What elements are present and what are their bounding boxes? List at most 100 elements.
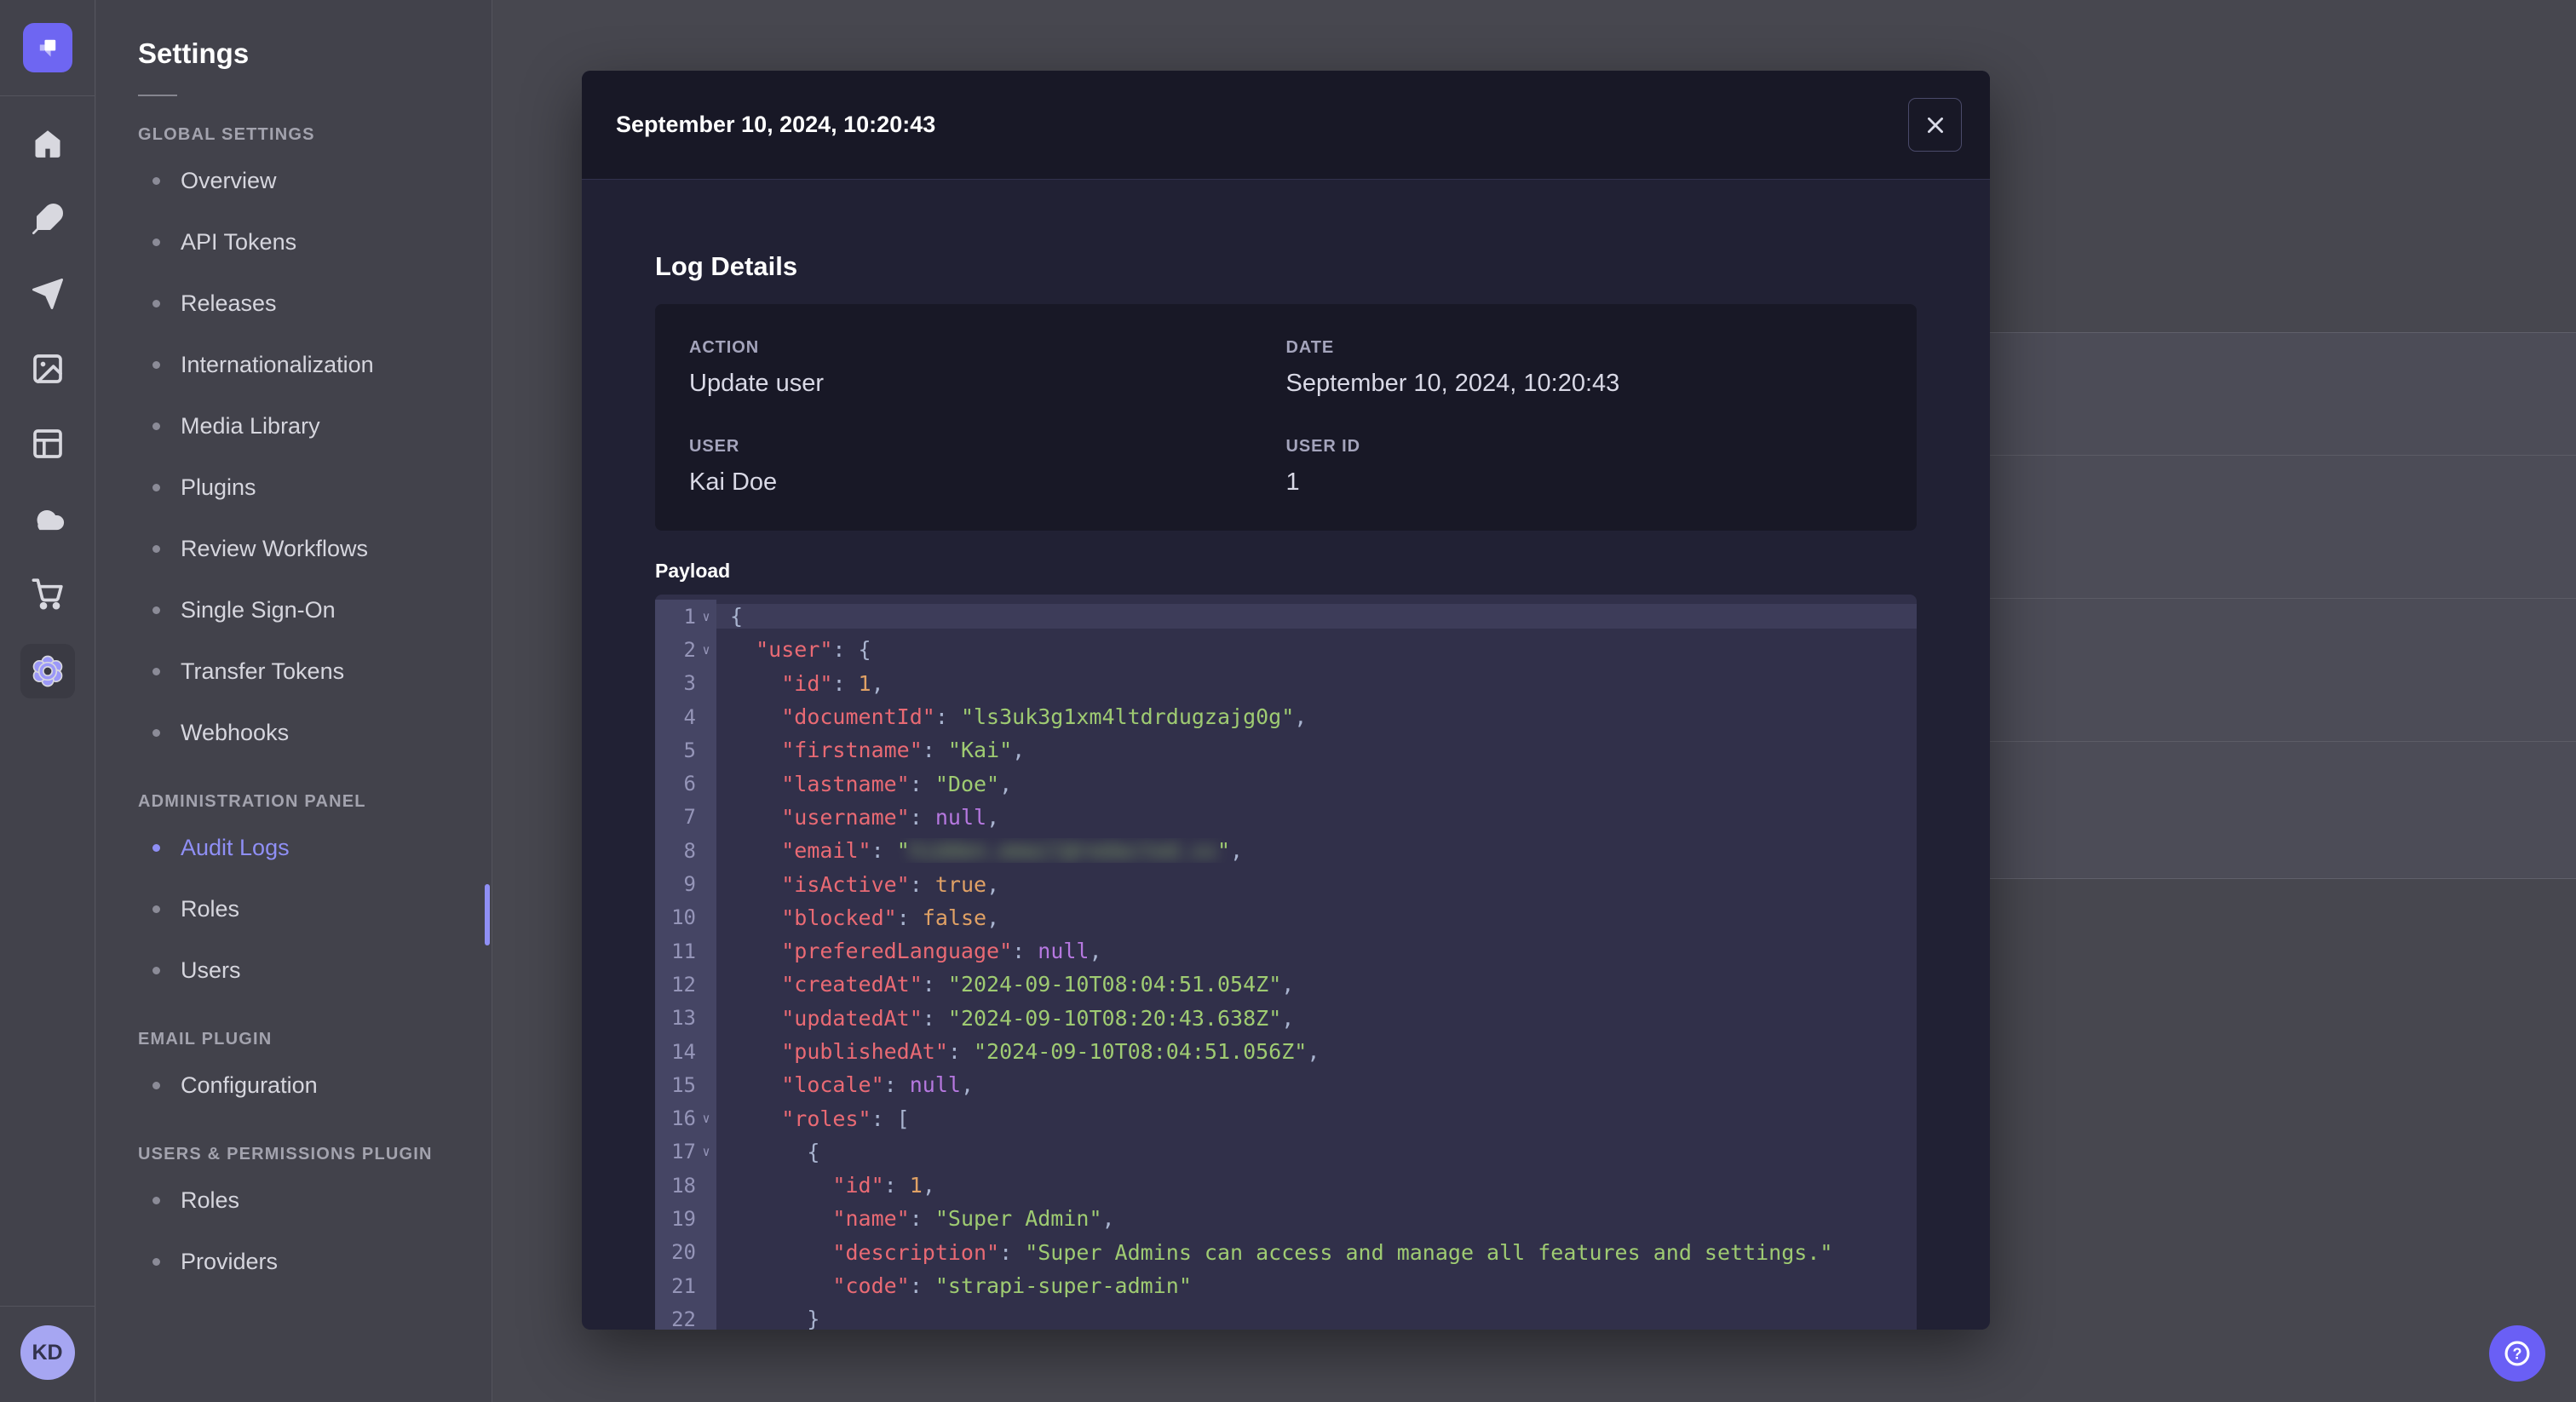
code-line-2: 2 ∨ "user": {	[655, 633, 1917, 667]
modal-header: September 10, 2024, 10:20:43	[582, 71, 1990, 180]
bullet-icon	[152, 1081, 160, 1089]
fold-chevron-icon[interactable]: ∨	[696, 1144, 716, 1159]
settings-nav-item-configuration[interactable]: Configuration	[138, 1054, 492, 1116]
code-text: "locale": null,	[781, 1072, 975, 1098]
code-text: "firstname": "Kai",	[781, 738, 1026, 763]
settings-nav-item-single-sign-on[interactable]: Single Sign-On	[138, 579, 492, 641]
nav-item-label: Roles	[181, 895, 240, 922]
sidebar-item-home[interactable]	[20, 117, 75, 171]
bullet-icon	[152, 544, 160, 553]
sidebar-item-content-type-builder[interactable]	[20, 417, 75, 471]
line-number: 7	[683, 805, 696, 830]
settings-nav-item-releases[interactable]: Releases	[138, 273, 492, 334]
settings-nav-item-webhooks[interactable]: Webhooks	[138, 702, 492, 763]
help-button[interactable]: ?	[2489, 1325, 2545, 1382]
settings-nav-item-plugins[interactable]: Plugins	[138, 457, 492, 518]
code-line-16: 16 ∨ "roles": [	[655, 1101, 1917, 1135]
settings-nav-item-roles[interactable]: Roles	[138, 878, 492, 939]
settings-nav-item-audit-logs[interactable]: Audit Logs	[138, 817, 492, 878]
layout-icon	[32, 429, 62, 458]
media-library-icon	[32, 354, 62, 383]
gear-icon	[32, 655, 62, 687]
line-number: 9	[683, 872, 696, 897]
settings-nav-item-api-tokens[interactable]: API Tokens	[138, 211, 492, 273]
fold-chevron-icon[interactable]: ∨	[696, 1111, 716, 1126]
line-number: 12	[671, 972, 696, 997]
sidebar-item-marketplace[interactable]	[20, 566, 75, 621]
bullet-icon	[152, 299, 160, 307]
code-gutter: 6	[655, 767, 716, 801]
code-gutter: 1 ∨	[655, 600, 716, 634]
detail-user-id: USER ID 1	[1286, 437, 1883, 497]
bullet-icon	[152, 667, 160, 675]
rail-divider	[0, 95, 95, 96]
line-number: 1	[683, 604, 696, 629]
bullet-icon	[152, 966, 160, 974]
nav-item-label: Configuration	[181, 1072, 318, 1098]
line-number: 10	[671, 905, 696, 930]
close-button[interactable]	[1908, 98, 1962, 152]
code-line-12: 12 "createdAt": "2024-09-10T08:04:51.054…	[655, 968, 1917, 1002]
code-text: "username": null,	[781, 804, 1000, 830]
code-text: "lastname": "Doe",	[781, 771, 1013, 796]
code-gutter: 21	[655, 1268, 716, 1303]
code-text: "name": "Super Admin",	[832, 1206, 1115, 1232]
code-line-18: 18 "id": 1,	[655, 1169, 1917, 1203]
code-line-14: 14 "publishedAt": "2024-09-10T08:04:51.0…	[655, 1034, 1917, 1069]
sidebar-item-settings[interactable]	[20, 644, 75, 698]
settings-nav-item-transfer-tokens[interactable]: Transfer Tokens	[138, 641, 492, 702]
settings-nav-item-review-workflows[interactable]: Review Workflows	[138, 518, 492, 579]
code-text: "createdAt": "2024-09-10T08:04:51.054Z",	[781, 972, 1295, 997]
code-text: "email": "hidden.email@redacted.xx",	[781, 838, 1244, 864]
detail-label: USER ID	[1285, 437, 1360, 456]
fold-chevron-icon[interactable]: ∨	[696, 609, 716, 624]
table-row	[1941, 742, 2576, 878]
settings-nav-item-overview[interactable]: Overview	[138, 150, 492, 211]
sidebar-item-media-library[interactable]	[20, 342, 75, 396]
line-number: 19	[671, 1206, 696, 1231]
nav-item-label: Releases	[181, 290, 277, 316]
sidebar-item-content-manager[interactable]	[20, 192, 75, 246]
code-line-17: 17 ∨ {	[655, 1135, 1917, 1169]
nav-item-label: Media Library	[181, 412, 320, 439]
sidebar-item-releases[interactable]	[20, 267, 75, 321]
close-icon	[1927, 117, 1943, 133]
line-number: 18	[671, 1173, 696, 1198]
code-line-4: 4 "documentId": "ls3uk3g1xm4ltdrdugzajg0…	[655, 699, 1917, 734]
settings-nav-item-users[interactable]: Users	[138, 939, 492, 1001]
line-number: 22	[671, 1307, 696, 1330]
user-avatar[interactable]: KD	[20, 1325, 75, 1380]
log-details-title: Log Details	[655, 251, 798, 281]
nav-item-label: Providers	[181, 1248, 279, 1274]
nav-item-label: Overview	[181, 167, 277, 193]
line-number: 20	[671, 1240, 696, 1265]
strapi-logo[interactable]	[22, 23, 72, 72]
nav-item-label: Audit Logs	[181, 834, 290, 860]
table-row	[1941, 599, 2576, 742]
code-text: "code": "strapi-super-admin"	[832, 1273, 1192, 1299]
bullet-icon	[152, 606, 160, 614]
subnav-scrollbar-thumb[interactable]	[485, 884, 490, 945]
settings-nav-item-roles[interactable]: Roles	[138, 1169, 492, 1231]
code-line-22: 22 }	[655, 1302, 1917, 1330]
detail-value: Kai Doe	[689, 468, 778, 496]
fold-chevron-icon[interactable]: ∨	[696, 642, 716, 658]
bullet-icon	[152, 1257, 160, 1266]
bullet-icon	[152, 905, 160, 913]
code-text: }	[807, 1307, 820, 1330]
detail-label: ACTION	[689, 338, 760, 357]
cloud-icon	[37, 510, 64, 531]
line-number: 11	[671, 939, 696, 963]
settings-nav-item-providers[interactable]: Providers	[138, 1231, 492, 1292]
email-redacted: hidden.email@redacted.xx	[909, 838, 1217, 864]
settings-nav-item-internationalization[interactable]: Internationalization	[138, 334, 492, 395]
nav-item-label: Single Sign-On	[181, 596, 336, 623]
code-text: "description": "Super Admins can access …	[832, 1239, 1833, 1265]
bullet-icon	[152, 238, 160, 246]
paper-plane-icon	[32, 279, 63, 309]
settings-nav-item-media-library[interactable]: Media Library	[138, 395, 492, 457]
detail-label: USER	[689, 437, 740, 456]
line-number: 2	[683, 637, 696, 662]
sidebar-item-deploy[interactable]	[20, 491, 75, 546]
detail-value: Update user	[689, 370, 824, 397]
